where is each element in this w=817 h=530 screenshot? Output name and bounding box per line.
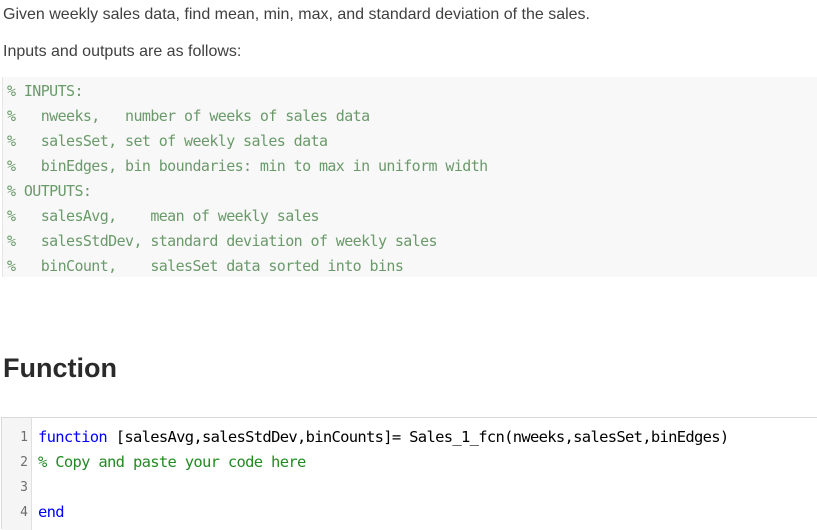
problem-description: Given weekly sales data, find mean, min,… [3,6,590,23]
code-line-2[interactable]: 2 % Copy and paste your code here [2,450,817,475]
code-content[interactable]: function [salesAvg,salesStdDev,binCounts… [38,425,729,450]
code-line-1[interactable]: 1 function [salesAvg,salesStdDev,binCoun… [2,425,817,450]
comment-line-nweeks: % nweeks, number of weeks of sales data [7,107,370,125]
code-line-3[interactable]: 3 [2,475,817,500]
keyword-function: function [38,428,108,446]
line-number: 4 [20,505,28,520]
line-number: 3 [20,480,28,495]
comment-line-outputs-header: % OUTPUTS: [7,182,92,200]
line-number: 2 [20,455,28,470]
code-content[interactable]: end [38,500,65,525]
comment-line-salesset: % salesSet, set of weekly sales data [7,132,328,150]
comment-line-inputs-header: % INPUTS: [7,82,83,100]
code-content[interactable]: % Copy and paste your code here [38,450,306,475]
keyword-end: end [38,503,65,521]
code-line-4[interactable]: 4 end [2,500,817,525]
line-number: 1 [20,430,28,445]
comment-line-salesavg: % salesAvg, mean of weekly sales [7,207,320,225]
comment-line-binedges: % binEdges, bin boundaries: min to max i… [7,157,488,175]
comment-line-bincount: % binCount, salesSet data sorted into bi… [7,257,404,275]
comment-line-salesstddev: % salesStdDev, standard deviation of wee… [7,232,438,250]
io-description: Inputs and outputs are as follows: [3,43,242,60]
io-comment-block: % INPUTS: % nweeks, number of weeks of s… [2,77,817,277]
function-signature: [salesAvg,salesStdDev,binCounts]= Sales_… [107,428,730,446]
code-comment: % Copy and paste your code here [38,453,306,471]
function-section-title: Function [3,353,117,383]
code-editor[interactable]: 1 function [salesAvg,salesStdDev,binCoun… [1,417,817,530]
